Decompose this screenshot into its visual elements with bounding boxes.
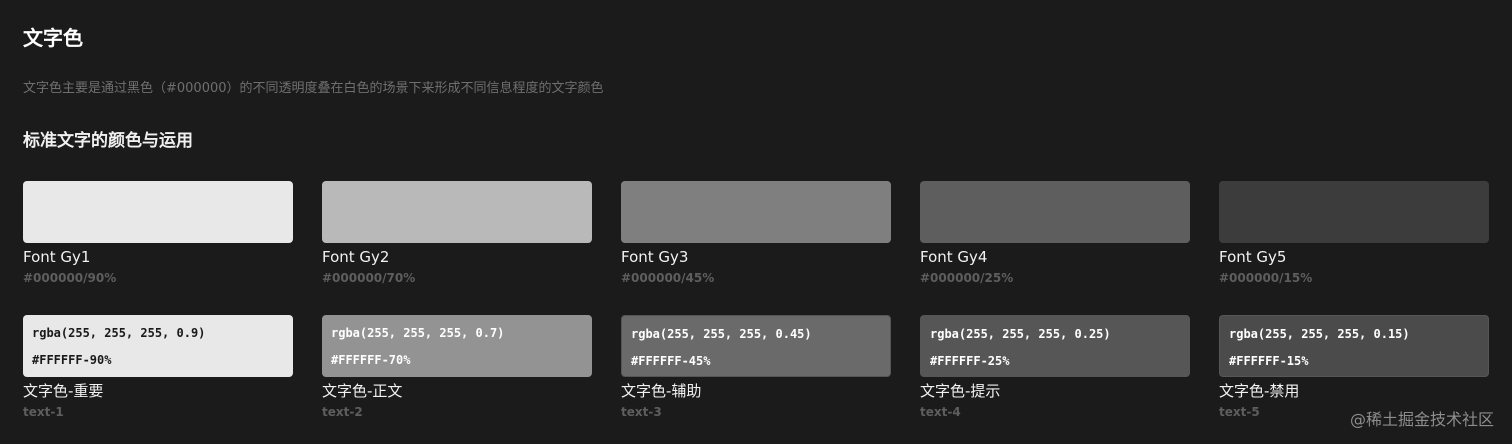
swatch-card: Font Gy5 #000000/15%	[1219, 181, 1491, 291]
swatch-name: Font Gy5	[1219, 248, 1287, 266]
color-swatch: rgba(255, 255, 255, 0.25) #FFFFFF-25%	[920, 315, 1190, 377]
swatch-code: #000000/70%	[322, 271, 416, 285]
swatch-name: Font Gy3	[621, 248, 689, 266]
swatch-hex: #FFFFFF-45%	[631, 354, 711, 368]
swatch-card: rgba(255, 255, 255, 0.9) #FFFFFF-90% 文字色…	[23, 315, 295, 425]
swatch-code: text-4	[920, 405, 961, 419]
color-swatch	[322, 181, 592, 243]
page-description: 文字色主要是通过黑色（#000000）的不同透明度叠在白色的场景下来形成不同信息…	[23, 81, 604, 96]
section-title: 标准文字的颜色与运用	[23, 131, 193, 151]
swatch-code: text-2	[322, 405, 363, 419]
swatch-card: Font Gy2 #000000/70%	[322, 181, 594, 291]
swatch-code: #000000/90%	[23, 271, 117, 285]
swatch-name: 文字色-禁用	[1219, 382, 1300, 400]
swatch-code: #000000/15%	[1219, 271, 1313, 285]
swatch-code: #000000/25%	[920, 271, 1014, 285]
swatch-card: Font Gy3 #000000/45%	[621, 181, 893, 291]
swatch-card: rgba(255, 255, 255, 0.45) #FFFFFF-45% 文字…	[621, 315, 893, 425]
swatch-name: Font Gy2	[322, 248, 390, 266]
swatch-name: 文字色-重要	[23, 382, 104, 400]
color-swatch	[1219, 181, 1489, 243]
color-swatch	[23, 181, 293, 243]
swatch-rgba: rgba(255, 255, 255, 0.15)	[1229, 327, 1410, 341]
swatch-rgba: rgba(255, 255, 255, 0.25)	[930, 327, 1111, 341]
swatch-name: 文字色-辅助	[621, 382, 702, 400]
swatch-code: text-3	[621, 405, 662, 419]
font-swatch-row: Font Gy1 #000000/90% Font Gy2 #000000/70…	[23, 181, 1491, 291]
swatch-name: Font Gy4	[920, 248, 988, 266]
swatch-rgba: rgba(255, 255, 255, 0.45)	[631, 327, 812, 341]
swatch-name: 文字色-提示	[920, 382, 1001, 400]
color-swatch: rgba(255, 255, 255, 0.45) #FFFFFF-45%	[621, 315, 891, 377]
swatch-hex: #FFFFFF-90%	[32, 353, 112, 367]
color-swatch: rgba(255, 255, 255, 0.7) #FFFFFF-70%	[322, 315, 592, 377]
swatch-card: Font Gy4 #000000/25%	[920, 181, 1192, 291]
color-swatch	[621, 181, 891, 243]
page-title: 文字色	[23, 26, 83, 50]
swatch-hex: #FFFFFF-25%	[930, 354, 1010, 368]
watermark: @稀土掘金技术社区	[1349, 410, 1494, 429]
swatch-name: Font Gy1	[23, 248, 91, 266]
color-swatch	[920, 181, 1190, 243]
color-spec-page: 文字色 文字色主要是通过黑色（#000000）的不同透明度叠在白色的场景下来形成…	[0, 0, 1512, 444]
swatch-card: Font Gy1 #000000/90%	[23, 181, 295, 291]
swatch-code: text-1	[23, 405, 64, 419]
swatch-hex: #FFFFFF-15%	[1229, 354, 1309, 368]
swatch-rgba: rgba(255, 255, 255, 0.7)	[331, 326, 505, 340]
swatch-hex: #FFFFFF-70%	[331, 353, 411, 367]
swatch-rgba: rgba(255, 255, 255, 0.9)	[32, 326, 206, 340]
swatch-code: #000000/45%	[621, 271, 715, 285]
swatch-card: rgba(255, 255, 255, 0.25) #FFFFFF-25% 文字…	[920, 315, 1192, 425]
swatch-name: 文字色-正文	[322, 382, 403, 400]
color-swatch: rgba(255, 255, 255, 0.15) #FFFFFF-15%	[1219, 315, 1489, 377]
color-swatch: rgba(255, 255, 255, 0.9) #FFFFFF-90%	[23, 315, 293, 377]
text-swatch-row: rgba(255, 255, 255, 0.9) #FFFFFF-90% 文字色…	[23, 315, 1491, 425]
swatch-card: rgba(255, 255, 255, 0.7) #FFFFFF-70% 文字色…	[322, 315, 594, 425]
swatch-card: rgba(255, 255, 255, 0.15) #FFFFFF-15% 文字…	[1219, 315, 1491, 425]
